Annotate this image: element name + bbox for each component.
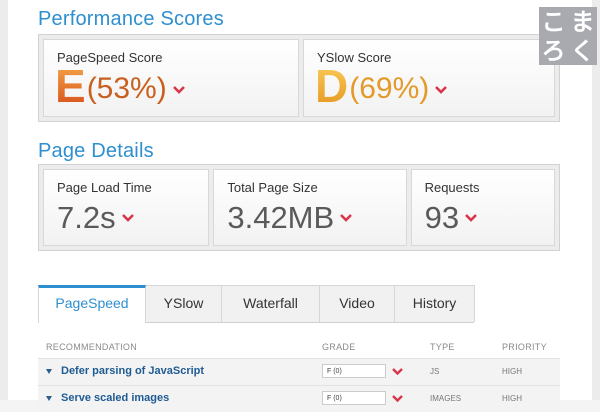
- page: Performance Scores PageSpeed Score E (53…: [0, 0, 600, 412]
- recommendations-table-header: RECOMMENDATION GRADE TYPE PRIORITY: [38, 340, 560, 354]
- yslow-score-card: YSlow Score D (69%): [302, 39, 555, 117]
- logo-char: こ: [541, 7, 566, 36]
- caret-down-icon[interactable]: [46, 396, 52, 401]
- chevron-down-icon[interactable]: [392, 368, 403, 375]
- pagespeed-score-card: PageSpeed Score E (53%): [43, 39, 299, 117]
- performance-scores-panel: PageSpeed Score E (53%) YSlow Score D (6…: [38, 34, 560, 122]
- recommendation-name[interactable]: Defer parsing of JavaScript: [61, 365, 204, 377]
- column-grade: GRADE: [322, 342, 356, 352]
- requests-number: 93: [424, 200, 460, 235]
- chevron-down-icon[interactable]: [435, 86, 448, 94]
- total-page-size-label: Total Page Size: [227, 180, 318, 195]
- requests-card: Requests 93: [410, 169, 555, 246]
- chevron-down-icon[interactable]: [172, 86, 185, 94]
- tab-history[interactable]: History: [394, 285, 475, 322]
- column-priority: PRIORITY: [502, 342, 547, 352]
- pagespeed-grade-percent: (53%): [86, 72, 167, 105]
- tab-pagespeed[interactable]: PageSpeed: [38, 285, 146, 323]
- column-type: TYPE: [430, 342, 455, 352]
- komaroku-logo: こ ま ろ く: [539, 7, 597, 65]
- logo-char: ま: [570, 7, 595, 36]
- page-load-time-card: Page Load Time 7.2s: [43, 169, 210, 246]
- grade-bar: F (0): [322, 391, 386, 405]
- report-tabs: PageSpeed YSlow Waterfall Video History: [38, 285, 475, 323]
- requests-value[interactable]: 93: [425, 201, 477, 235]
- recommendation-name[interactable]: Serve scaled images: [61, 392, 169, 404]
- chevron-down-icon[interactable]: [465, 214, 477, 222]
- recommendation-priority: HIGH: [502, 394, 522, 403]
- left-border: [0, 0, 8, 400]
- total-page-size-number: 3.42MB: [227, 200, 335, 235]
- tab-yslow[interactable]: YSlow: [145, 285, 222, 322]
- recommendation-priority: HIGH: [502, 367, 522, 376]
- yslow-grade-percent: (69%): [349, 72, 430, 105]
- chevron-down-icon[interactable]: [392, 395, 403, 402]
- column-recommendation: RECOMMENDATION: [46, 342, 138, 352]
- recommendation-type: JS: [430, 367, 440, 376]
- total-page-size-value[interactable]: 3.42MB: [227, 200, 353, 235]
- pagespeed-grade-letter: E: [55, 60, 86, 112]
- pagespeed-score-value[interactable]: E (53%): [55, 60, 185, 112]
- page-load-time-number: 7.2s: [57, 200, 116, 235]
- tab-video[interactable]: Video: [319, 285, 395, 322]
- logo-char: ろ: [541, 36, 566, 65]
- total-page-size-card: Total Page Size 3.42MB: [213, 169, 407, 246]
- grade-bar: F (0): [322, 364, 386, 378]
- page-details-panel: Page Load Time 7.2s Total Page Size 3.42…: [38, 164, 560, 251]
- page-details-title: Page Details: [38, 140, 154, 162]
- yslow-score-value[interactable]: D (69%): [314, 60, 448, 112]
- caret-down-icon[interactable]: [46, 369, 52, 374]
- yslow-grade-letter: D: [314, 60, 349, 112]
- chevron-down-icon[interactable]: [340, 214, 353, 222]
- chevron-down-icon[interactable]: [121, 214, 134, 222]
- performance-scores-title: Performance Scores: [38, 8, 224, 30]
- page-load-time-label: Page Load Time: [57, 180, 152, 195]
- table-row[interactable]: Serve scaled images F (0) IMAGES HIGH: [38, 385, 560, 412]
- logo-char: く: [570, 36, 595, 65]
- page-load-time-value[interactable]: 7.2s: [57, 201, 134, 235]
- requests-label: Requests: [424, 180, 480, 195]
- tab-waterfall[interactable]: Waterfall: [221, 285, 320, 322]
- recommendation-type: IMAGES: [430, 394, 462, 403]
- table-row[interactable]: Defer parsing of JavaScript F (0) JS HIG…: [38, 358, 560, 385]
